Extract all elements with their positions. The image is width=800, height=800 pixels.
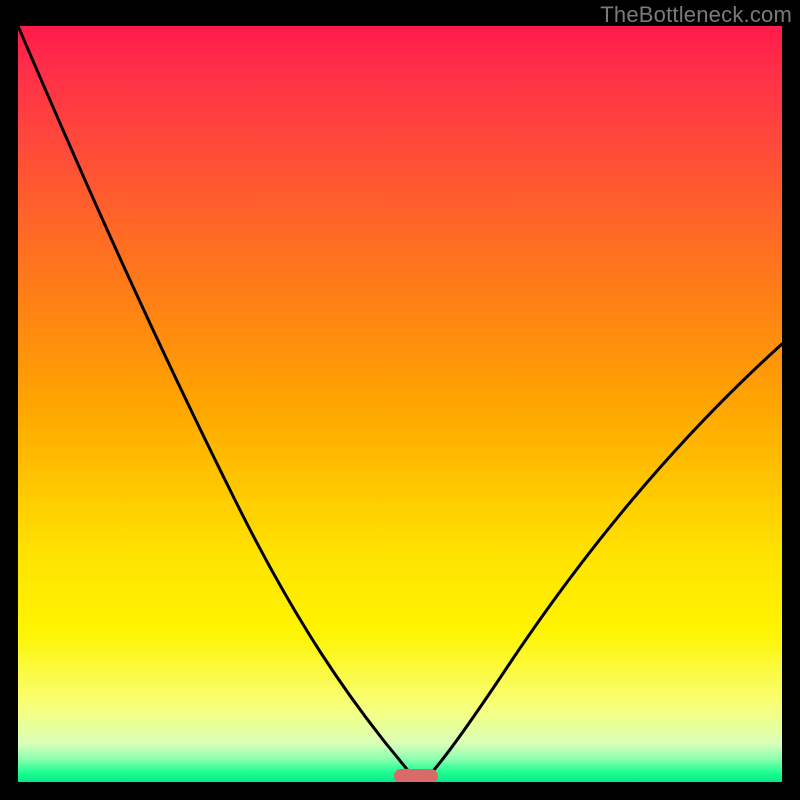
- chart-frame: TheBottleneck.com: [0, 0, 800, 800]
- watermark-text: TheBottleneck.com: [600, 2, 792, 28]
- plot-area: [18, 26, 782, 782]
- curve-left-branch: [18, 26, 414, 778]
- curve-right-branch: [426, 344, 782, 778]
- optimal-marker: [394, 769, 438, 782]
- bottleneck-curve: [18, 26, 782, 782]
